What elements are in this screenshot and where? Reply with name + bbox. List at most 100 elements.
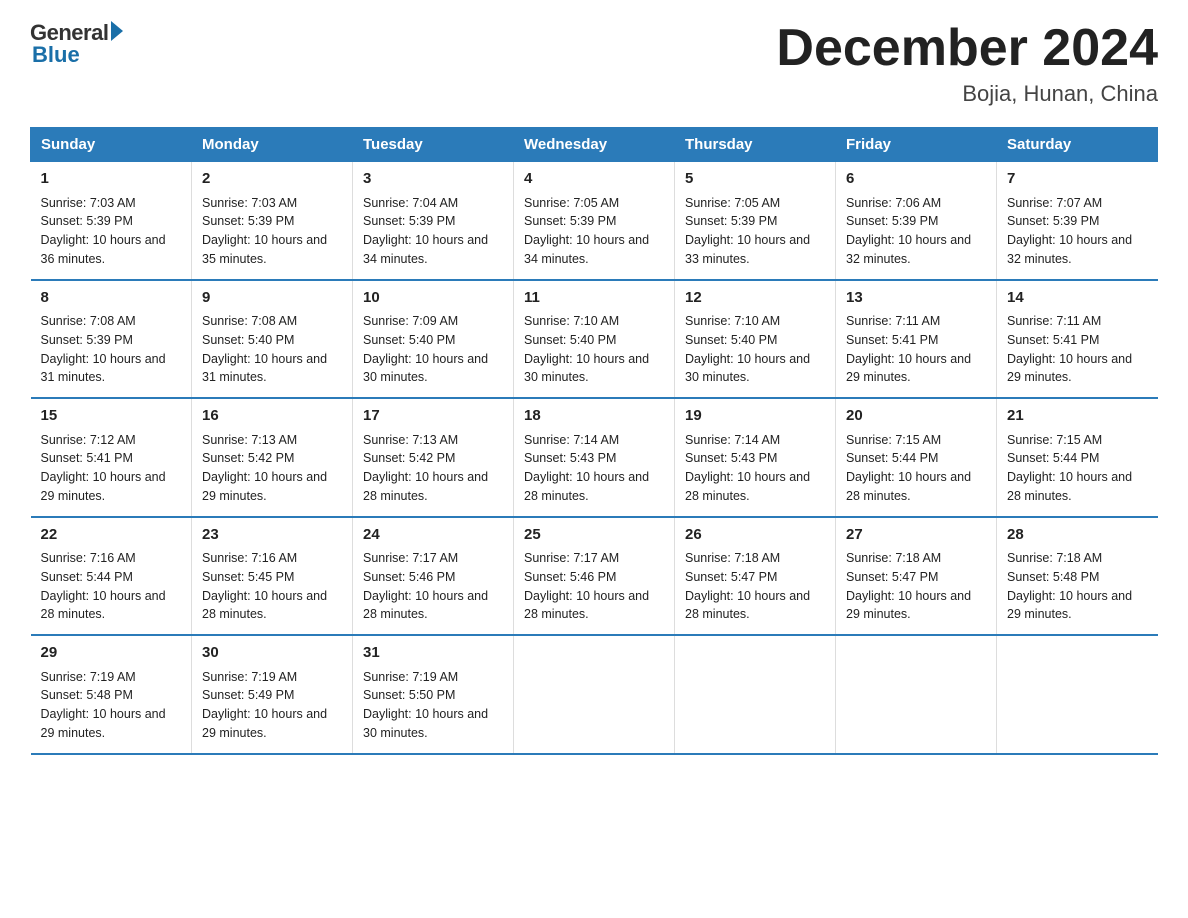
day-number: 29: [41, 642, 182, 665]
calendar-cell: 3Sunrise: 7:04 AMSunset: 5:39 PMDaylight…: [353, 162, 514, 280]
day-info: Sunrise: 7:19 AMSunset: 5:49 PMDaylight:…: [202, 668, 342, 743]
calendar-cell: 9Sunrise: 7:08 AMSunset: 5:40 PMDaylight…: [192, 280, 353, 399]
calendar-row: 29Sunrise: 7:19 AMSunset: 5:48 PMDayligh…: [31, 635, 1158, 754]
calendar-cell: 10Sunrise: 7:09 AMSunset: 5:40 PMDayligh…: [353, 280, 514, 399]
calendar-cell: 24Sunrise: 7:17 AMSunset: 5:46 PMDayligh…: [353, 517, 514, 636]
calendar-cell: 27Sunrise: 7:18 AMSunset: 5:47 PMDayligh…: [836, 517, 997, 636]
calendar-cell: 21 Sunrise: 7:15 AMSunset: 5:44 PMDayligh…: [997, 398, 1158, 517]
logo: General Blue: [30, 20, 123, 68]
day-info: Sunrise: 7:08 AMSunset: 5:40 PMDaylight:…: [202, 312, 342, 387]
day-number: 14: [1007, 287, 1148, 310]
calendar-cell: 28Sunrise: 7:18 AMSunset: 5:48 PMDayligh…: [997, 517, 1158, 636]
day-info: Sunrise: 7:15 AMSunset: 5:44 PMDaylight:…: [1007, 431, 1148, 506]
day-info: Sunrise: 7:09 AMSunset: 5:40 PMDaylight:…: [363, 312, 503, 387]
day-number: 27: [846, 524, 986, 547]
day-info: Sunrise: 7:06 AMSunset: 5:39 PMDaylight:…: [846, 194, 986, 269]
calendar-row: 22Sunrise: 7:16 AMSunset: 5:44 PMDayligh…: [31, 517, 1158, 636]
day-number: 23: [202, 524, 342, 547]
calendar-cell: 12Sunrise: 7:10 AMSunset: 5:40 PMDayligh…: [675, 280, 836, 399]
day-number: 28: [1007, 524, 1148, 547]
day-number: 13: [846, 287, 986, 310]
day-number: 31: [363, 642, 503, 665]
day-number: 20: [846, 405, 986, 428]
day-number: 11: [524, 287, 664, 310]
header-cell: Friday: [836, 128, 997, 162]
calendar-cell: [675, 635, 836, 754]
calendar-row: 8Sunrise: 7:08 AMSunset: 5:39 PMDaylight…: [31, 280, 1158, 399]
day-number: 10: [363, 287, 503, 310]
day-number: 4: [524, 168, 664, 191]
header-cell: Sunday: [31, 128, 192, 162]
calendar-cell: [514, 635, 675, 754]
day-info: Sunrise: 7:08 AMSunset: 5:39 PMDaylight:…: [41, 312, 182, 387]
header-cell: Monday: [192, 128, 353, 162]
day-info: Sunrise: 7:17 AMSunset: 5:46 PMDaylight:…: [524, 549, 664, 624]
main-title: December 2024: [776, 20, 1158, 77]
day-info: Sunrise: 7:18 AMSunset: 5:47 PMDaylight:…: [685, 549, 825, 624]
day-number: 18: [524, 405, 664, 428]
day-info: Sunrise: 7:04 AMSunset: 5:39 PMDaylight:…: [363, 194, 503, 269]
day-number: 7: [1007, 168, 1148, 191]
calendar-cell: 4 Sunrise: 7:05 AMSunset: 5:39 PMDaylight…: [514, 162, 675, 280]
logo-arrow-icon: [111, 21, 123, 41]
day-number: 12: [685, 287, 825, 310]
day-info: Sunrise: 7:13 AMSunset: 5:42 PMDaylight:…: [363, 431, 503, 506]
calendar-cell: 22Sunrise: 7:16 AMSunset: 5:44 PMDayligh…: [31, 517, 192, 636]
day-info: Sunrise: 7:10 AMSunset: 5:40 PMDaylight:…: [685, 312, 825, 387]
calendar-cell: 31 Sunrise: 7:19 AMSunset: 5:50 PMDayligh…: [353, 635, 514, 754]
page-header: General Blue December 2024 Bojia, Hunan,…: [30, 20, 1158, 107]
day-number: 26: [685, 524, 825, 547]
calendar-row: 15Sunrise: 7:12 AMSunset: 5:41 PMDayligh…: [31, 398, 1158, 517]
calendar-cell: 1Sunrise: 7:03 AMSunset: 5:39 PMDaylight…: [31, 162, 192, 280]
day-info: Sunrise: 7:18 AMSunset: 5:48 PMDaylight:…: [1007, 549, 1148, 624]
calendar-cell: [997, 635, 1158, 754]
day-info: Sunrise: 7:11 AMSunset: 5:41 PMDaylight:…: [846, 312, 986, 387]
day-info: Sunrise: 7:11 AMSunset: 5:41 PMDaylight:…: [1007, 312, 1148, 387]
calendar-cell: 14Sunrise: 7:11 AMSunset: 5:41 PMDayligh…: [997, 280, 1158, 399]
day-info: Sunrise: 7:07 AMSunset: 5:39 PMDaylight:…: [1007, 194, 1148, 269]
day-number: 30: [202, 642, 342, 665]
day-number: 24: [363, 524, 503, 547]
day-info: Sunrise: 7:15 AMSunset: 5:44 PMDaylight:…: [846, 431, 986, 506]
day-info: Sunrise: 7:03 AMSunset: 5:39 PMDaylight:…: [41, 194, 182, 269]
header-cell: Tuesday: [353, 128, 514, 162]
calendar-cell: 2Sunrise: 7:03 AMSunset: 5:39 PMDaylight…: [192, 162, 353, 280]
header-cell: Saturday: [997, 128, 1158, 162]
day-info: Sunrise: 7:14 AMSunset: 5:43 PMDaylight:…: [524, 431, 664, 506]
day-info: Sunrise: 7:18 AMSunset: 5:47 PMDaylight:…: [846, 549, 986, 624]
calendar-cell: 18 Sunrise: 7:14 AMSunset: 5:43 PMDayligh…: [514, 398, 675, 517]
calendar-cell: 19 Sunrise: 7:14 AMSunset: 5:43 PMDayligh…: [675, 398, 836, 517]
calendar-cell: 17Sunrise: 7:13 AMSunset: 5:42 PMDayligh…: [353, 398, 514, 517]
subtitle: Bojia, Hunan, China: [776, 81, 1158, 107]
logo-blue-text: Blue: [32, 42, 80, 68]
calendar-cell: 29Sunrise: 7:19 AMSunset: 5:48 PMDayligh…: [31, 635, 192, 754]
day-number: 19: [685, 405, 825, 428]
header-cell: Thursday: [675, 128, 836, 162]
day-number: 16: [202, 405, 342, 428]
calendar-row: 1Sunrise: 7:03 AMSunset: 5:39 PMDaylight…: [31, 162, 1158, 280]
day-number: 6: [846, 168, 986, 191]
calendar-cell: 5 Sunrise: 7:05 AMSunset: 5:39 PMDaylight…: [675, 162, 836, 280]
calendar-cell: [836, 635, 997, 754]
day-info: Sunrise: 7:16 AMSunset: 5:44 PMDaylight:…: [41, 549, 182, 624]
header-cell: Wednesday: [514, 128, 675, 162]
day-info: Sunrise: 7:05 AMSunset: 5:39 PMDaylight:…: [685, 194, 825, 269]
calendar-cell: 7 Sunrise: 7:07 AMSunset: 5:39 PMDaylight…: [997, 162, 1158, 280]
day-number: 5: [685, 168, 825, 191]
calendar-header: SundayMondayTuesdayWednesdayThursdayFrid…: [31, 128, 1158, 162]
day-info: Sunrise: 7:12 AMSunset: 5:41 PMDaylight:…: [41, 431, 182, 506]
day-number: 8: [41, 287, 182, 310]
calendar-cell: 13Sunrise: 7:11 AMSunset: 5:41 PMDayligh…: [836, 280, 997, 399]
day-info: Sunrise: 7:16 AMSunset: 5:45 PMDaylight:…: [202, 549, 342, 624]
calendar-cell: 6 Sunrise: 7:06 AMSunset: 5:39 PMDaylight…: [836, 162, 997, 280]
day-info: Sunrise: 7:05 AMSunset: 5:39 PMDaylight:…: [524, 194, 664, 269]
day-number: 25: [524, 524, 664, 547]
day-info: Sunrise: 7:17 AMSunset: 5:46 PMDaylight:…: [363, 549, 503, 624]
calendar-cell: 26Sunrise: 7:18 AMSunset: 5:47 PMDayligh…: [675, 517, 836, 636]
day-info: Sunrise: 7:14 AMSunset: 5:43 PMDaylight:…: [685, 431, 825, 506]
day-info: Sunrise: 7:19 AMSunset: 5:50 PMDaylight:…: [363, 668, 503, 743]
day-info: Sunrise: 7:10 AMSunset: 5:40 PMDaylight:…: [524, 312, 664, 387]
calendar-cell: 25Sunrise: 7:17 AMSunset: 5:46 PMDayligh…: [514, 517, 675, 636]
day-number: 9: [202, 287, 342, 310]
day-number: 21: [1007, 405, 1148, 428]
